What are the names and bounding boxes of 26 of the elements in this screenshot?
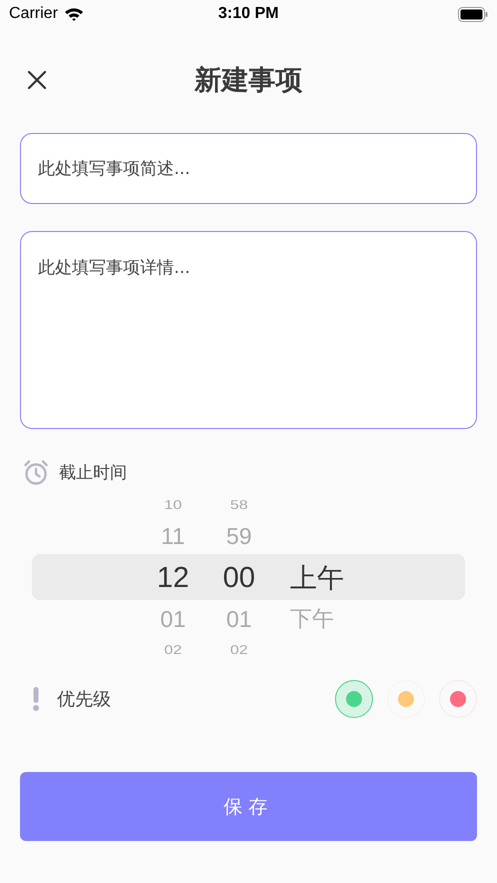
- minute-option[interactable]: 01: [214, 606, 264, 633]
- minute-option[interactable]: 00: [214, 562, 264, 594]
- priority-option[interactable]: [335, 680, 373, 718]
- period-option[interactable]: 下午: [290, 607, 334, 632]
- hour-option[interactable]: 02: [148, 643, 198, 658]
- alarm-clock-icon: [23, 459, 49, 485]
- exclamation-icon: [32, 687, 40, 711]
- hour-option[interactable]: 01: [148, 606, 198, 633]
- close-icon[interactable]: [27, 70, 47, 90]
- save-button[interactable]: 保存: [20, 772, 477, 841]
- detail-field[interactable]: 此处填写事项详情...: [20, 231, 477, 429]
- minute-option[interactable]: 59: [214, 523, 264, 550]
- summary-field[interactable]: 此处填写事项简述...: [20, 133, 477, 204]
- wifi-icon: [64, 7, 84, 21]
- carrier-label: Carrier: [9, 5, 58, 23]
- minute-option[interactable]: 02: [214, 643, 264, 658]
- period-option[interactable]: 上午: [290, 563, 344, 594]
- deadline-label: 截止时间: [59, 462, 127, 484]
- battery-icon: [458, 6, 488, 22]
- minute-option[interactable]: 58: [214, 498, 264, 513]
- priority-label: 优先级: [57, 688, 112, 711]
- hour-option[interactable]: 12: [148, 562, 198, 594]
- hour-option[interactable]: 11: [148, 523, 198, 550]
- page-title: 新建事项: [194, 64, 302, 98]
- hour-option[interactable]: 10: [148, 498, 198, 513]
- status-time: 3:10 PM: [218, 5, 279, 23]
